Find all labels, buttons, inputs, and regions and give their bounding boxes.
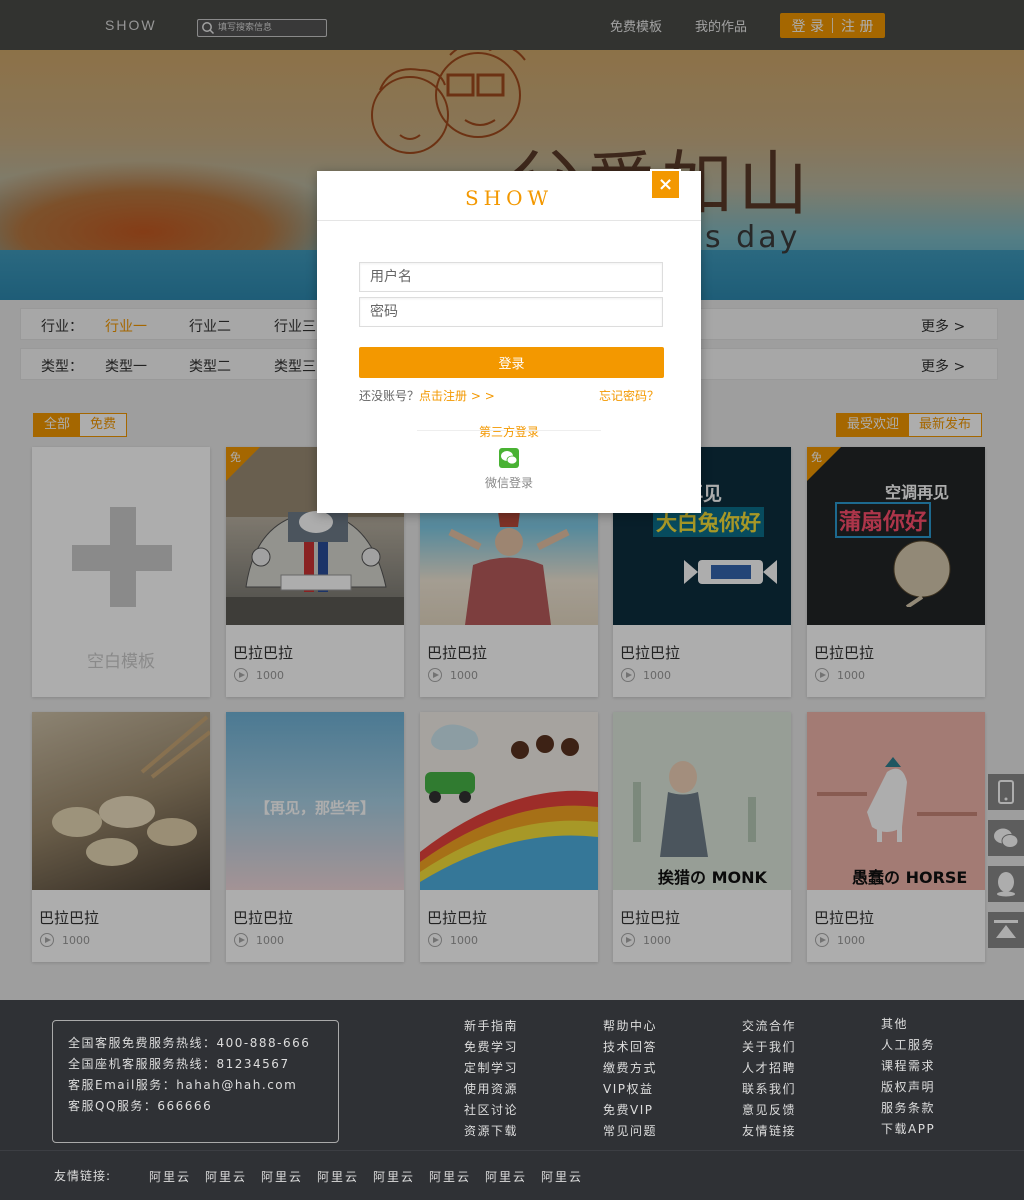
footer-link[interactable]: 使用资源	[464, 1079, 518, 1100]
footer-link[interactable]: 意见反馈	[742, 1100, 796, 1121]
register-prompt: 还没账号？点击注册 > >	[359, 387, 495, 404]
footer-link[interactable]: 技术回答	[603, 1037, 657, 1058]
username-field[interactable]	[359, 262, 663, 292]
friend-link[interactable]: 阿里云	[429, 1168, 471, 1185]
dialog-logo: SHOW	[317, 171, 701, 221]
friend-link[interactable]: 阿里云	[149, 1168, 191, 1185]
footer-link[interactable]: 社区讨论	[464, 1100, 518, 1121]
footer-link[interactable]: 免费VIP	[603, 1100, 657, 1121]
contact-box: 全国客服免费服务热线：400-888-666 全国座机客服服务热线：812345…	[52, 1020, 339, 1143]
footer-link[interactable]: 关于我们	[742, 1037, 796, 1058]
footer-link[interactable]: 友情链接	[742, 1121, 796, 1142]
footer-link[interactable]: 帮助中心	[603, 1016, 657, 1037]
footer-link[interactable]: 人工服务	[881, 1035, 935, 1056]
forgot-password-link[interactable]: 忘记密码？	[599, 387, 659, 404]
password-field[interactable]	[359, 297, 663, 327]
footer-divider	[0, 1150, 1024, 1151]
friend-link[interactable]: 阿里云	[485, 1168, 527, 1185]
footer-link[interactable]: 服务条款	[881, 1098, 935, 1119]
third-party-login-label: 第三方登录	[317, 423, 701, 440]
footer-column-cooperation: 交流合作 关于我们 人才招聘 联系我们 意见反馈 友情链接	[742, 1016, 796, 1142]
footer-link[interactable]: 定制学习	[464, 1058, 518, 1079]
friend-link[interactable]: 阿里云	[373, 1168, 415, 1185]
footer-link[interactable]: 新手指南	[464, 1016, 518, 1037]
footer-link[interactable]: 课程需求	[881, 1056, 935, 1077]
footer-link[interactable]: 人才招聘	[742, 1058, 796, 1079]
close-button[interactable]: ×	[650, 169, 681, 200]
footer-column-other: 其他 人工服务 课程需求 版权声明 服务条款 下载APP	[881, 1014, 935, 1140]
friend-link[interactable]: 阿里云	[317, 1168, 359, 1185]
wechat-login-icon[interactable]	[499, 448, 519, 468]
footer-link[interactable]: 联系我们	[742, 1079, 796, 1100]
qq-service: 客服QQ服务：666666	[68, 1099, 213, 1113]
hotline-landline: 全国座机客服服务热线：81234567	[68, 1057, 290, 1071]
hotline-free: 全国客服免费服务热线：400-888-666	[68, 1036, 311, 1050]
footer-link[interactable]: VIP权益	[603, 1079, 657, 1100]
friend-links-label: 友情链接:	[54, 1169, 112, 1183]
register-link[interactable]: 点击注册 > >	[419, 389, 495, 403]
footer-link[interactable]: 版权声明	[881, 1077, 935, 1098]
footer-link[interactable]: 资源下载	[464, 1121, 518, 1142]
footer-link[interactable]: 常见问题	[603, 1121, 657, 1142]
footer-column-help: 帮助中心 技术回答 缴费方式 VIP权益 免费VIP 常见问题	[603, 1016, 657, 1142]
footer-link[interactable]: 下载APP	[881, 1119, 935, 1140]
friend-link[interactable]: 阿里云	[261, 1168, 303, 1185]
footer-link[interactable]: 缴费方式	[603, 1058, 657, 1079]
email-service: 客服Email服务：hahah@hah.com	[68, 1078, 298, 1092]
footer-link[interactable]: 免费学习	[464, 1037, 518, 1058]
friend-link[interactable]: 阿里云	[205, 1168, 247, 1185]
friend-link[interactable]: 阿里云	[541, 1168, 583, 1185]
login-dialog: SHOW × 登录 还没账号？点击注册 > > 忘记密码？ 第三方登录 微信登录	[317, 169, 701, 513]
footer-link[interactable]: 其他	[881, 1014, 935, 1035]
wechat-login-label[interactable]: 微信登录	[317, 474, 701, 491]
login-submit-button[interactable]: 登录	[359, 347, 664, 378]
no-account-text: 还没账号？	[359, 389, 420, 403]
footer-column-guide: 新手指南 免费学习 定制学习 使用资源 社区讨论 资源下载	[464, 1016, 518, 1142]
close-icon: ×	[657, 174, 674, 195]
footer-link[interactable]: 交流合作	[742, 1016, 796, 1037]
